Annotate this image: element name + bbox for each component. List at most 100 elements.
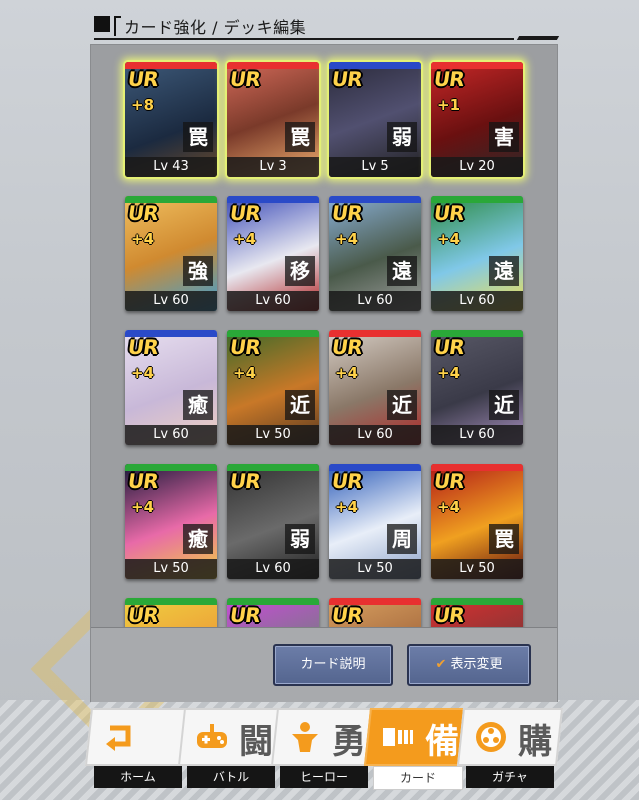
hero-card[interactable]: UR +4 強 Lv 60 [125,196,217,311]
rarity-badge: UR [228,67,262,91]
nav-tab-label: ガチャ [466,766,554,788]
card-type-badge: 近 [489,390,519,420]
rarity-badge: UR [432,67,466,91]
rarity-badge: UR [432,335,466,359]
plus-value: +4 [335,498,359,516]
rarity-badge: UR [228,469,262,493]
nav-tab-face [84,708,192,766]
nav-tab-label: バトル [187,766,275,788]
hero-card[interactable]: UR +8 罠 Lv 43 [125,62,217,177]
rarity-badge: UR [432,603,466,627]
plus-value: +8 [131,96,155,114]
plus-value: +4 [335,364,359,382]
card-type-badge: 害 [489,122,519,152]
hero-card[interactable]: UR +4 罠 Lv 50 [431,464,523,579]
bottom-nav: ホーム闘バトル勇ヒーロー備カード購ガチャ [84,708,564,794]
hero-card[interactable]: UR +4 癒 Lv 60 [125,330,217,445]
hero-card[interactable]: UR +4 癒 Lv 50 [125,464,217,579]
plus-value: +4 [131,498,155,516]
card-level: Lv 50 [329,559,421,579]
rarity-badge: UR [330,201,364,225]
gamepad-icon [195,720,229,754]
hero-card[interactable]: UR 弱 Lv 60 [227,464,319,579]
card-type-badge: 罠 [285,122,315,152]
card-level: Lv 60 [227,559,319,579]
nav-tab[interactable]: 勇ヒーロー [270,708,378,794]
card-type-badge: 遠 [489,256,519,286]
plus-value: +4 [131,230,155,248]
hero-card[interactable]: UR [329,598,421,627]
header-underline-accent [516,36,560,40]
screen-header: カード強化 / デッキ編集 [94,12,560,42]
card-panel: UR +8 罠 Lv 43 UR 罠 Lv 3 UR 弱 Lv 5 UR +1 害 Lv 20 UR +4 強 L… [90,44,558,702]
rarity-badge: UR [330,335,364,359]
nav-tab-kanji: 備 [425,722,459,762]
hero-card[interactable]: UR +4 近 Lv 60 [329,330,421,445]
nav-tab[interactable]: 備カード [363,708,471,794]
header-square-icon [94,16,110,32]
nav-tab[interactable]: 購ガチャ [456,708,564,794]
card-level: Lv 60 [329,291,421,311]
nav-tab[interactable]: 闘バトル [177,708,285,794]
hero-card[interactable]: UR [125,598,217,627]
header-bracket [114,16,121,36]
hero-card[interactable]: UR 弱 Lv 5 [329,62,421,177]
page-title: カード強化 / デッキ編集 [124,18,307,37]
card-type-badge: 近 [387,390,417,420]
rarity-badge: UR [126,469,160,493]
hero-icon [288,720,322,754]
rarity-badge: UR [126,201,160,225]
card-level: Lv 43 [125,157,217,177]
rarity-badge: UR [126,603,160,627]
plus-value: +4 [335,230,359,248]
plus-value: +4 [437,230,461,248]
rarity-badge: UR [228,603,262,627]
hero-card[interactable]: UR +1 害 Lv 20 [431,62,523,177]
card-description-label: カード説明 [300,657,366,672]
hero-card[interactable]: UR 罠 Lv 3 [227,62,319,177]
plus-value: +4 [233,230,257,248]
nav-tab-kanji: 勇 [332,722,366,762]
card-level: Lv 20 [431,157,523,177]
hero-card[interactable]: UR +4 近 Lv 50 [227,330,319,445]
card-level: Lv 50 [125,559,217,579]
plus-value: +4 [437,498,461,516]
display-change-button[interactable]: ✔ 表示変更 [407,644,531,686]
card-type-badge: 移 [285,256,315,286]
rarity-badge: UR [126,67,160,91]
card-type-badge: 罠 [183,122,213,152]
rarity-badge: UR [330,469,364,493]
card-type-badge: 弱 [387,122,417,152]
hero-card[interactable]: UR +4 遠 Lv 60 [431,196,523,311]
card-level: Lv 3 [227,157,319,177]
hero-card[interactable]: UR +4 周 Lv 50 [329,464,421,579]
nav-tab-label: カード [373,766,463,790]
card-level: Lv 50 [431,559,523,579]
card-level: Lv 60 [125,425,217,445]
hero-card[interactable]: UR +4 近 Lv 60 [431,330,523,445]
card-type-badge: 癒 [183,390,213,420]
hero-card[interactable]: UR [431,598,523,627]
hero-card[interactable]: UR +4 遠 Lv 60 [329,196,421,311]
rarity-badge: UR [330,67,364,91]
nav-tab-kanji: 闘 [239,722,273,762]
card-level: Lv 60 [431,291,523,311]
plus-value: +1 [437,96,461,114]
nav-tab-label: ヒーロー [280,766,368,788]
hero-card[interactable]: UR +4 移 Lv 60 [227,196,319,311]
header-underline [94,38,514,40]
nav-tab[interactable]: ホーム [84,708,192,794]
rarity-badge: UR [228,201,262,225]
card-type-badge: 罠 [489,524,519,554]
card-level: Lv 60 [227,291,319,311]
rarity-badge: UR [330,603,364,627]
check-icon: ✔ [435,657,447,672]
card-level: Lv 60 [431,425,523,445]
gacha-icon [474,720,508,754]
card-description-button[interactable]: カード説明 [273,644,393,686]
back-arrow-icon [102,720,136,754]
card-level: Lv 50 [227,425,319,445]
card-grid[interactable]: UR +8 罠 Lv 43 UR 罠 Lv 3 UR 弱 Lv 5 UR +1 害 Lv 20 UR +4 強 L… [91,45,557,627]
card-type-badge: 癒 [183,524,213,554]
hero-card[interactable]: UR [227,598,319,627]
